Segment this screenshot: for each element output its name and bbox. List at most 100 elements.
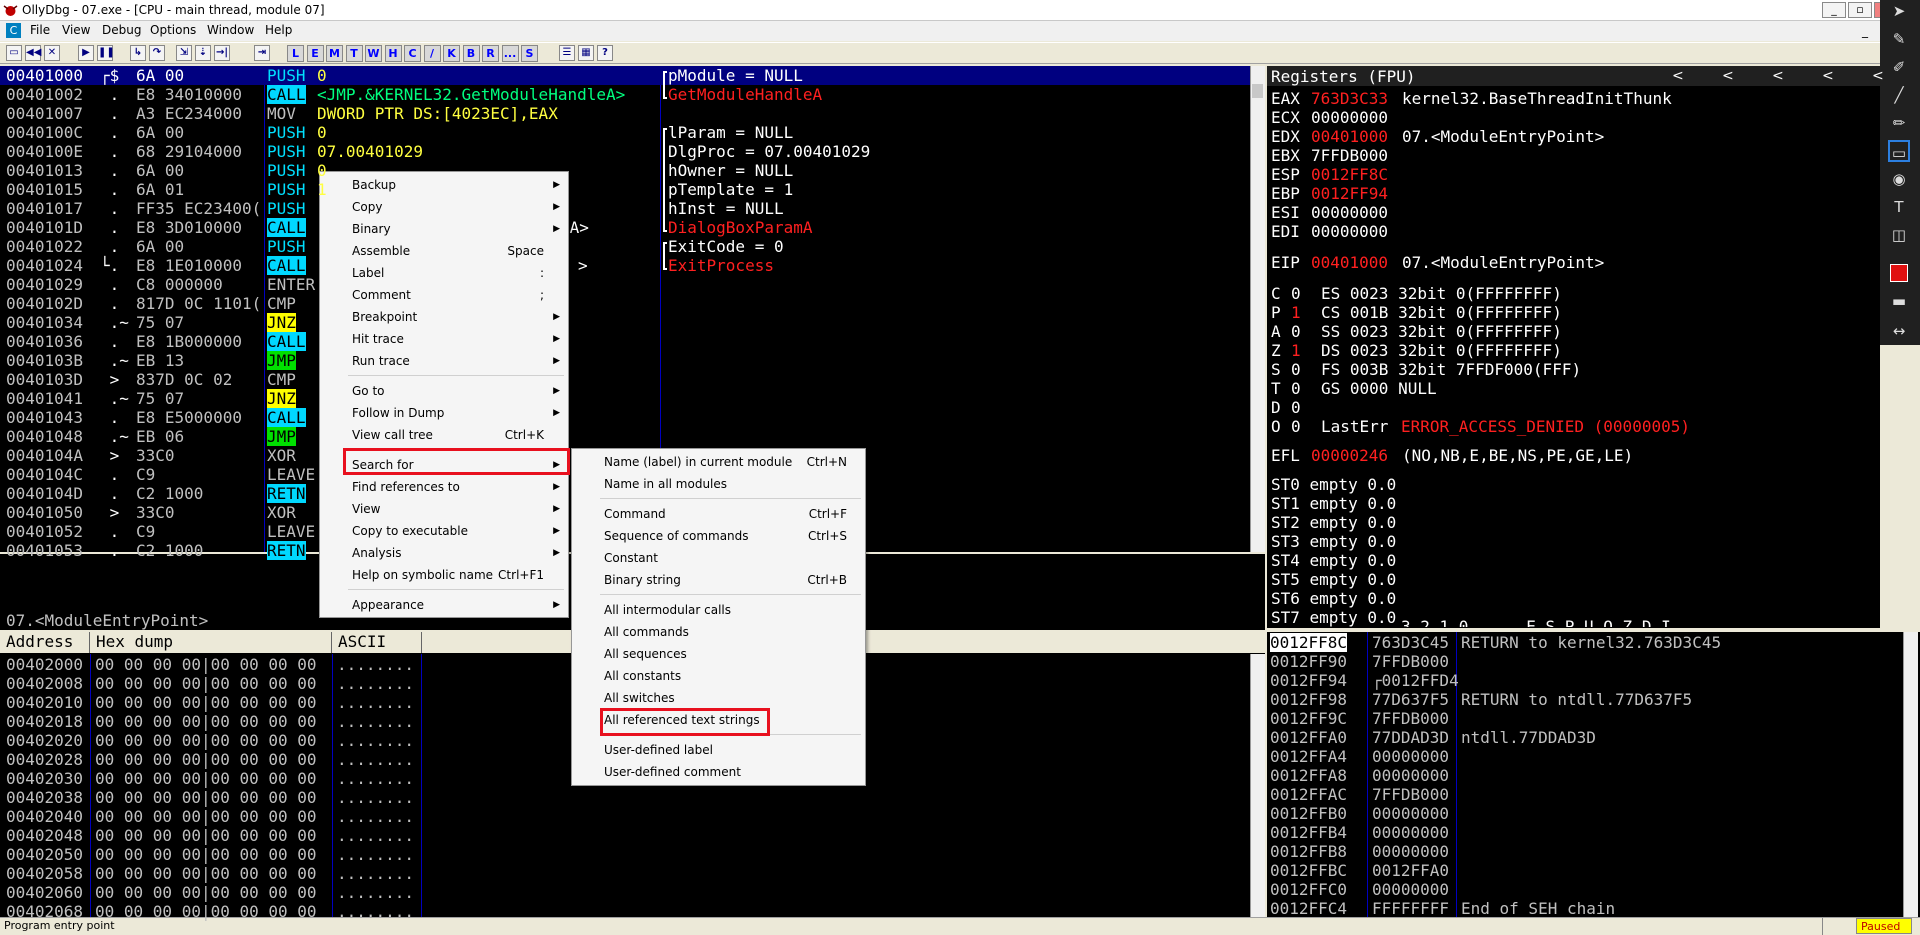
register-view-nav-button[interactable]: <: [1822, 68, 1834, 84]
register-view-nav-button[interactable]: <: [1722, 68, 1734, 84]
stack-value[interactable]: ┌0012FFD4: [1372, 671, 1459, 690]
context-menu-item[interactable]: Help on symbolic name Ctrl+F1: [320, 564, 568, 586]
register-value[interactable]: 00401000: [1311, 127, 1388, 146]
submenu-item[interactable]: User-defined label: [572, 739, 865, 761]
flag-value[interactable]: 0: [1291, 417, 1301, 436]
context-menu-item[interactable]: Run trace ▶: [320, 350, 568, 372]
step-over-icon[interactable]: ↷: [149, 45, 165, 61]
menu-debug[interactable]: Debug: [102, 23, 141, 37]
fpu-register[interactable]: ST5 empty 0.0: [1271, 570, 1396, 589]
flag-value[interactable]: 0: [1291, 379, 1301, 398]
expand-icon[interactable]: ↔: [1888, 320, 1910, 342]
context-menu-item[interactable]: Hit trace ▶: [320, 328, 568, 350]
register-value[interactable]: 7FFDB000: [1311, 146, 1388, 165]
highlighter-icon[interactable]: ✏: [1888, 112, 1910, 134]
dump-hex[interactable]: 00 00 00 00|00 00 00 00: [95, 712, 317, 731]
stack-value[interactable]: 7FFDB000: [1372, 785, 1449, 804]
dump-ascii[interactable]: ........: [337, 750, 414, 769]
toolbar-letter-button[interactable]: S: [521, 45, 538, 62]
register-value[interactable]: 763D3C33: [1311, 89, 1388, 108]
submenu-item[interactable]: Name in all modules: [572, 473, 865, 495]
context-menu-item[interactable]: Go to ▶: [320, 380, 568, 402]
fpu-register[interactable]: ST2 empty 0.0: [1271, 513, 1396, 532]
stack-value[interactable]: 7FFDB000: [1372, 709, 1449, 728]
register-view-nav-button[interactable]: <: [1672, 68, 1684, 84]
text-icon[interactable]: T: [1888, 196, 1910, 218]
dump-ascii[interactable]: ........: [337, 826, 414, 845]
register-view-nav-button[interactable]: <: [1872, 68, 1884, 84]
execute-till-return-icon[interactable]: →|: [214, 45, 230, 61]
context-menu-item[interactable]: Copy to executable ▶: [320, 520, 568, 542]
stroke-width-icon[interactable]: ▬: [1888, 290, 1910, 312]
dump-ascii[interactable]: ........: [337, 883, 414, 902]
register-value[interactable]: 00000000: [1311, 222, 1388, 241]
register-value[interactable]: 00000000: [1311, 108, 1388, 127]
toolbar-letter-button[interactable]: L: [287, 45, 304, 62]
toolbar-letter-button[interactable]: M: [326, 45, 343, 62]
dump-ascii[interactable]: ........: [337, 769, 414, 788]
menu-help[interactable]: Help: [265, 23, 292, 37]
line-icon[interactable]: ╱: [1888, 84, 1910, 106]
menu-file[interactable]: File: [30, 23, 50, 37]
dump-ascii[interactable]: ........: [337, 674, 414, 693]
maximize-button[interactable]: ▫: [1848, 2, 1872, 18]
toolbar-letter-button[interactable]: B: [462, 45, 480, 62]
list-icon[interactable]: ☰: [559, 45, 575, 61]
context-menu-item[interactable]: View call tree Ctrl+K: [320, 424, 568, 446]
submenu-item[interactable]: Constant: [572, 547, 865, 569]
disasm-scrollbar[interactable]: [1250, 66, 1265, 552]
toolbar-letter-button[interactable]: T: [345, 45, 363, 62]
dump-hex[interactable]: 00 00 00 00|00 00 00 00: [95, 845, 317, 864]
submenu-item[interactable]: All switches: [572, 687, 865, 709]
context-menu-item[interactable]: Find references to ▶: [320, 476, 568, 498]
submenu-item[interactable]: All commands: [572, 621, 865, 643]
dump-ascii[interactable]: ........: [337, 712, 414, 731]
dump-ascii[interactable]: ........: [337, 788, 414, 807]
pen-icon[interactable]: ✎: [1888, 28, 1910, 50]
close-program-icon[interactable]: ✕: [44, 45, 60, 61]
restart-icon[interactable]: ◀◀: [25, 45, 41, 61]
stack-value[interactable]: 00000000: [1372, 880, 1449, 899]
menu-window[interactable]: Window: [207, 23, 254, 37]
flag-value[interactable]: 0: [1291, 398, 1301, 417]
submenu-item[interactable]: Sequence of commands Ctrl+S: [572, 525, 865, 547]
palette-icon[interactable]: ◉: [1888, 168, 1910, 190]
submenu-item[interactable]: All constants: [572, 665, 865, 687]
context-menu-item[interactable]: Backup ▶: [320, 174, 568, 196]
dump-hex[interactable]: 00 00 00 00|00 00 00 00: [95, 864, 317, 883]
stack-value[interactable]: 763D3C45: [1372, 633, 1449, 652]
register-view-nav-button[interactable]: <: [1772, 68, 1784, 84]
dump-hex[interactable]: 00 00 00 00|00 00 00 00: [95, 788, 317, 807]
dump-hex[interactable]: 00 00 00 00|00 00 00 00: [95, 902, 317, 921]
submenu-item[interactable]: All intermodular calls: [572, 599, 865, 621]
dump-hex[interactable]: 00 00 00 00|00 00 00 00: [95, 731, 317, 750]
register-value[interactable]: 00401000: [1311, 253, 1388, 272]
dump-hex[interactable]: 00 00 00 00|00 00 00 00: [95, 769, 317, 788]
stack-value[interactable]: FFFFFFFF: [1372, 899, 1449, 918]
register-value[interactable]: 0012FF94: [1311, 184, 1388, 203]
toolbar-letter-button[interactable]: C: [404, 45, 421, 62]
toolbar-letter-button[interactable]: /: [423, 45, 441, 62]
toolbar-letter-button[interactable]: H: [384, 45, 402, 62]
dump-ascii[interactable]: ........: [337, 693, 414, 712]
dump-hex[interactable]: 00 00 00 00|00 00 00 00: [95, 826, 317, 845]
eraser-icon[interactable]: ◫: [1888, 224, 1910, 246]
fpu-register[interactable]: ST1 empty 0.0: [1271, 494, 1396, 513]
trace-over-icon[interactable]: ⇣: [195, 45, 211, 61]
color-swatch[interactable]: [1890, 264, 1908, 282]
context-menu-item[interactable]: Breakpoint ▶: [320, 306, 568, 328]
fpu-register[interactable]: ST4 empty 0.0: [1271, 551, 1396, 570]
context-menu-item[interactable]: Binary ▶: [320, 218, 568, 240]
marker-icon[interactable]: ✐: [1888, 56, 1910, 78]
toolbar-letter-button[interactable]: E: [306, 45, 324, 62]
submenu-item[interactable]: Binary string Ctrl+B: [572, 569, 865, 591]
dump-ascii[interactable]: ........: [337, 845, 414, 864]
submenu-item[interactable]: All sequences: [572, 643, 865, 665]
dump-header-address[interactable]: Address: [0, 632, 90, 653]
grid-icon[interactable]: ▦: [578, 45, 594, 61]
submenu-item[interactable]: User-defined comment: [572, 761, 865, 783]
context-menu-item[interactable]: Assemble Space: [320, 240, 568, 262]
context-menu-item[interactable]: Label:: [320, 262, 568, 284]
register-value[interactable]: 00000246: [1311, 446, 1388, 465]
submenu-item[interactable]: Name (label) in current module Ctrl+N: [572, 451, 865, 473]
